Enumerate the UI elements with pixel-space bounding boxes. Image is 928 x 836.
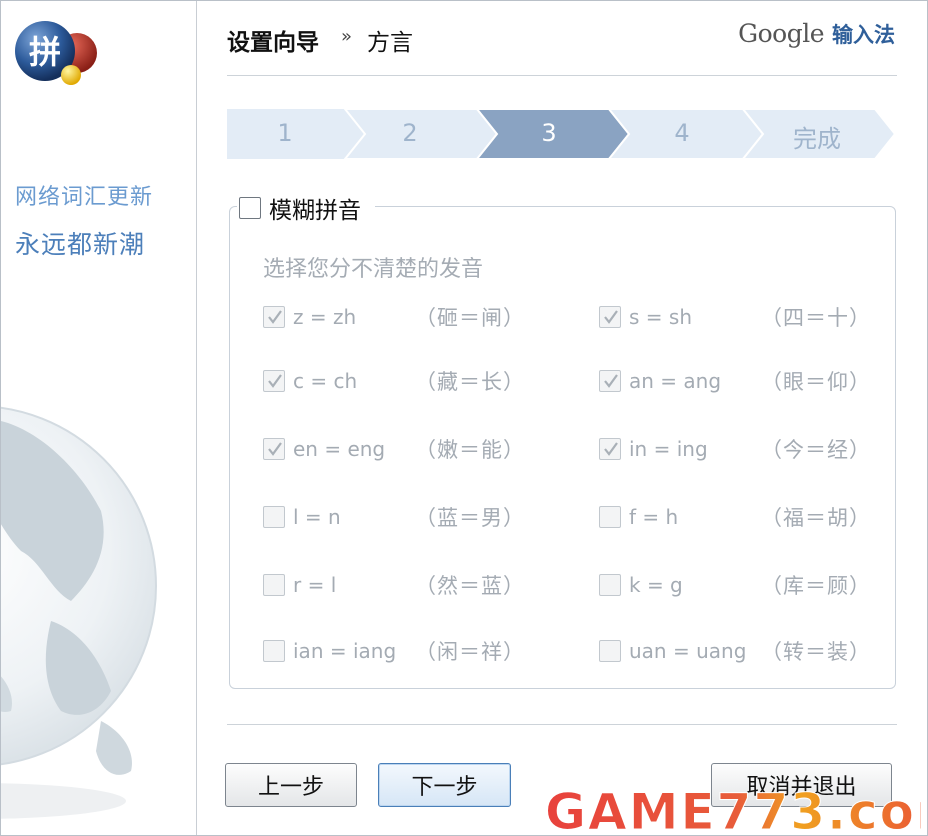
option-checkbox[interactable] — [263, 574, 285, 596]
option-k-g[interactable]: k = g — [599, 573, 683, 597]
brand: Google 输入法 — [738, 19, 895, 49]
option-rule: in = ing — [629, 437, 708, 461]
page-subtitle: 方言 — [367, 30, 413, 56]
option-example: （闲＝祥） — [415, 640, 525, 664]
checkmark-icon — [604, 310, 618, 324]
step-progress: 1 2 3 4 完成 — [227, 109, 895, 159]
setup-wizard-window: 拼 网络词汇更新 永远都新潮 设置向导 » 方言 Google 输入法 1 2 … — [0, 0, 928, 836]
option-rule: k = g — [629, 573, 683, 597]
option-checkbox[interactable] — [263, 506, 285, 528]
option-example: （库＝顾） — [761, 574, 871, 598]
option-rule: z = zh — [293, 305, 357, 329]
option-example: （四＝十） — [761, 306, 871, 330]
fuzzy-pinyin-toggle[interactable]: 模糊拼音 — [237, 191, 375, 225]
option-checkbox[interactable] — [263, 370, 285, 392]
option-rule: ian = iang — [293, 639, 397, 663]
option-checkbox[interactable] — [599, 506, 621, 528]
option-example: （嫩＝能） — [415, 438, 525, 462]
brand-google: Google — [738, 19, 824, 48]
option-example: （转＝装） — [761, 640, 871, 664]
option-example: （砸＝闸） — [415, 306, 525, 330]
prev-button[interactable]: 上一步 — [225, 763, 357, 807]
option-uan-uang[interactable]: uan = uang — [599, 639, 746, 663]
option-f-h[interactable]: f = h — [599, 505, 678, 529]
option-s-sh[interactable]: s = sh — [599, 305, 692, 329]
option-in-ing[interactable]: in = ing — [599, 437, 708, 461]
option-checkbox[interactable] — [263, 438, 285, 460]
option-example: （藏＝长） — [415, 370, 525, 394]
option-rule: f = h — [629, 505, 679, 529]
option-rule: r = l — [293, 573, 337, 597]
option-checkbox[interactable] — [263, 640, 285, 662]
option-rule: l = n — [293, 505, 341, 529]
slogan-line-1: 网络词汇更新 — [15, 185, 154, 210]
option-checkbox[interactable] — [599, 438, 621, 460]
option-ian-iang[interactable]: ian = iang — [263, 639, 396, 663]
option-checkbox[interactable] — [599, 306, 621, 328]
checkmark-icon — [268, 310, 282, 324]
option-checkbox[interactable] — [263, 306, 285, 328]
fuzzy-pinyin-checkbox[interactable] — [239, 197, 261, 219]
site-watermark: GAME773.com — [545, 783, 922, 836]
step-label-done: 完成 — [793, 125, 841, 153]
option-rule: an = ang — [629, 369, 722, 393]
option-rule: s = sh — [629, 305, 692, 329]
pinyin-logo-icon: 拼 — [15, 21, 97, 85]
option-r-l[interactable]: r = l — [263, 573, 336, 597]
fuzzy-hint: 选择您分不清楚的发音 — [263, 257, 484, 282]
page-title: 设置向导 — [227, 30, 319, 56]
option-rule: c = ch — [293, 369, 358, 393]
option-checkbox[interactable] — [599, 574, 621, 596]
slogan-line-2: 永远都新潮 — [15, 230, 146, 259]
option-z-zh[interactable]: z = zh — [263, 305, 356, 329]
logo-glyph: 拼 — [29, 33, 61, 71]
next-button[interactable]: 下一步 — [378, 763, 511, 807]
step-label-1: 1 — [277, 119, 293, 147]
option-example: （今＝经） — [761, 438, 871, 462]
option-example: （蓝＝男） — [415, 506, 525, 530]
watermark-text: GAME773.com — [545, 783, 921, 836]
step-label-4: 4 — [674, 119, 690, 147]
option-checkbox[interactable] — [599, 640, 621, 662]
checkmark-icon — [604, 374, 618, 388]
option-rule: uan = uang — [629, 639, 747, 663]
option-example: （眼＝仰） — [761, 370, 871, 394]
option-c-ch[interactable]: c = ch — [263, 369, 357, 393]
step-label-2: 2 — [402, 119, 418, 147]
option-example: （然＝蓝） — [415, 574, 525, 598]
fuzzy-pinyin-label: 模糊拼音 — [269, 198, 361, 224]
globe-illustration-icon — [1, 406, 157, 819]
option-checkbox[interactable] — [599, 370, 621, 392]
sidebar-banner: 拼 网络词汇更新 永远都新潮 — [1, 1, 197, 835]
option-l-n[interactable]: l = n — [263, 505, 341, 529]
option-rule: en = eng — [293, 437, 386, 461]
checkmark-icon — [268, 442, 282, 456]
header-divider — [227, 75, 897, 76]
option-an-ang[interactable]: an = ang — [599, 369, 721, 393]
breadcrumb-separator: » — [341, 26, 353, 47]
footer-divider — [227, 724, 897, 725]
step-label-3: 3 — [541, 119, 557, 147]
option-en-eng[interactable]: en = eng — [263, 437, 385, 461]
checkmark-icon — [268, 374, 282, 388]
brand-ime: 输入法 — [832, 23, 895, 47]
option-example: （福＝胡） — [761, 506, 871, 530]
checkmark-icon — [604, 442, 618, 456]
